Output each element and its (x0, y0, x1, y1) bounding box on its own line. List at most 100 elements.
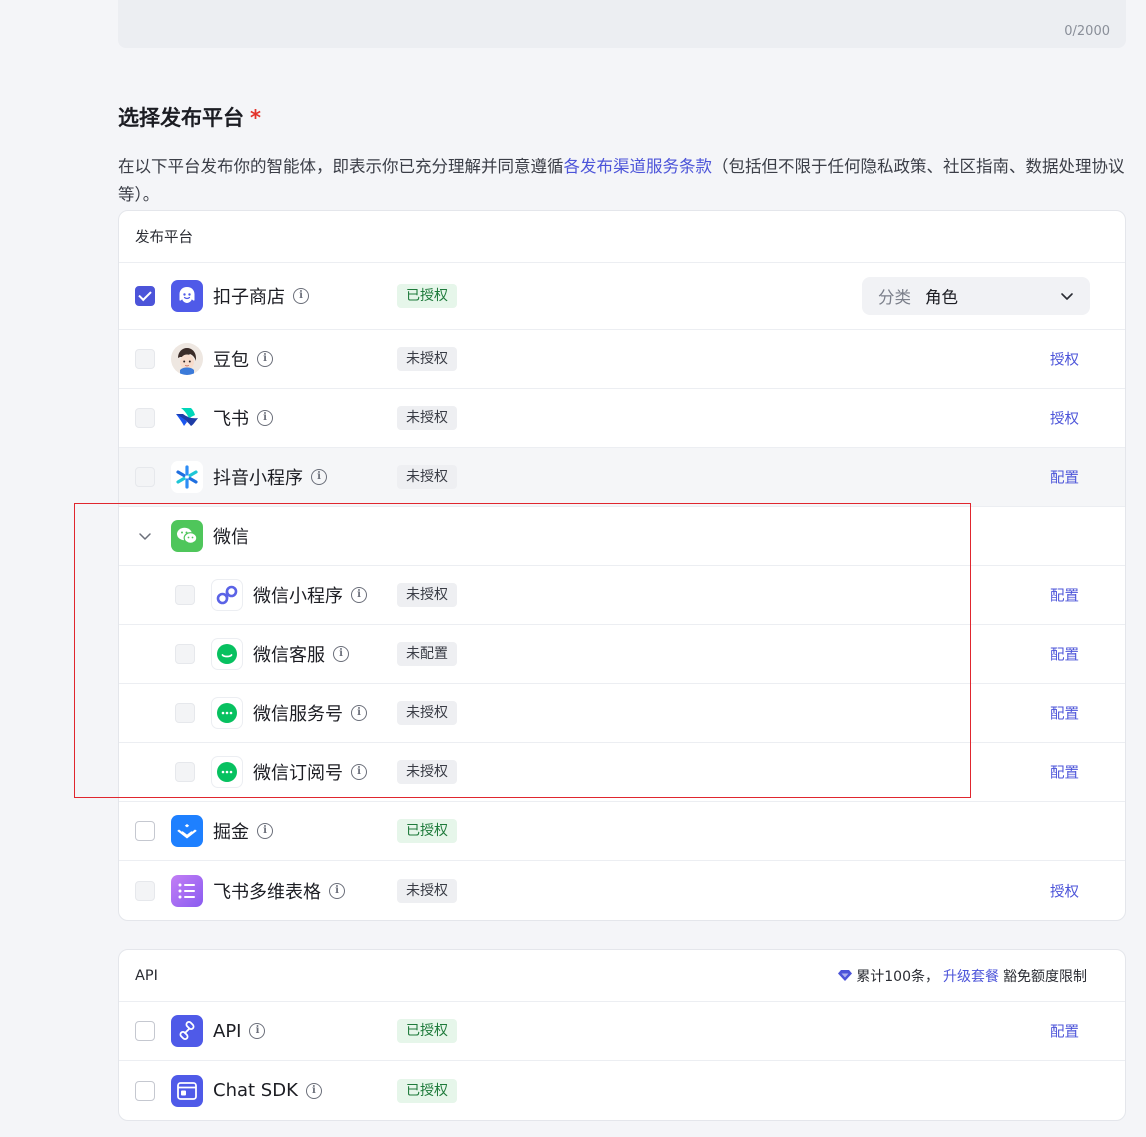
info-icon[interactable]: i (351, 587, 367, 603)
platform-row-wechat-service: 微信服务号 i 未授权 配置 (119, 684, 1125, 743)
info-icon[interactable]: i (305, 1082, 322, 1099)
feishu-base-authorize-link[interactable]: 授权 (1050, 880, 1079, 901)
platform-row-coze-store: 扣子商店 i 已授权 分类 角色 (119, 263, 1125, 330)
wechat-icon (171, 520, 203, 552)
wechat-sub-name: 微信订阅号 (253, 763, 343, 784)
doubao-status-badge: 未授权 (397, 347, 457, 371)
quota-text-tail: 豁免额度限制 (1003, 968, 1087, 985)
feishu-status-badge: 未授权 (397, 406, 457, 430)
feishu-base-status-badge: 未授权 (397, 878, 457, 903)
api-card-header: API 累计100条， 升级套餐 豁免额度限制 (119, 950, 1125, 1002)
section-title: 选择发布平台 * (118, 102, 261, 132)
doubao-icon (171, 343, 203, 375)
api-card: API 累计100条， 升级套餐 豁免额度限制 API i 已授权 配置 Chat … (118, 949, 1126, 1121)
coze-store-name: 扣子商店 (213, 287, 285, 308)
wechat-sub-status-badge: 未授权 (397, 760, 457, 784)
douyin-checkbox[interactable] (135, 467, 155, 487)
wechat-service-icon (211, 697, 243, 729)
feishu-icon (171, 402, 203, 434)
wechat-kf-icon (211, 638, 243, 670)
section-title-text: 选择发布平台 (118, 106, 244, 130)
info-icon[interactable]: i (311, 469, 327, 485)
douyin-status-badge: 未授权 (397, 465, 457, 489)
api-configure-link[interactable]: 配置 (1050, 1021, 1079, 1042)
wechat-service-checkbox[interactable] (175, 703, 195, 723)
quota-text: 累计100条， (856, 968, 939, 985)
description-text: 在以下平台发布你的智能体，即表示你已充分理解并同意遵循 (118, 157, 564, 176)
platform-row-wechat-kf: 微信客服 i 未配置 配置 (119, 625, 1125, 684)
api-quota-notice: 累计100条， 升级套餐 豁免额度限制 (838, 966, 1087, 986)
info-icon[interactable]: i (329, 882, 345, 899)
platform-row-juejin: 掘金 i 已授权 (119, 802, 1125, 861)
category-select[interactable]: 分类 角色 (862, 277, 1090, 315)
platform-row-wechat-group[interactable]: 微信 (119, 507, 1125, 566)
info-icon[interactable]: i (293, 288, 309, 304)
wechat-service-name: 微信服务号 (253, 704, 343, 725)
info-icon[interactable]: i (257, 823, 273, 839)
chat-sdk-status-badge: 已授权 (397, 1078, 457, 1103)
wechat-service-configure-link[interactable]: 配置 (1050, 703, 1079, 724)
terms-link[interactable]: 各发布渠道服务条款 (564, 157, 713, 176)
platform-row-feishu-base: 飞书多维表格 i 未授权 授权 (119, 861, 1125, 920)
wechat-sub-checkbox[interactable] (175, 762, 195, 782)
info-icon[interactable]: i (351, 764, 367, 780)
diamond-icon (838, 970, 853, 981)
coze-store-status-badge: 已授权 (397, 284, 457, 308)
info-icon[interactable]: i (249, 1023, 266, 1039)
platform-row-chat-sdk: Chat SDK i 已授权 (119, 1061, 1125, 1120)
platform-row-api: API i 已授权 配置 (119, 1002, 1125, 1061)
chevron-down-icon[interactable] (135, 526, 155, 546)
juejin-checkbox[interactable] (135, 821, 155, 841)
api-checkbox[interactable] (135, 1021, 155, 1041)
doubao-name: 豆包 (213, 350, 249, 371)
wechat-mini-name: 微信小程序 (253, 586, 343, 607)
juejin-icon (171, 815, 203, 847)
wechat-sub-icon (211, 756, 243, 788)
category-label: 分类 (878, 288, 911, 307)
platform-row-wechat-mini: 微信小程序 i 未授权 配置 (119, 566, 1125, 625)
chat-sdk-checkbox[interactable] (135, 1080, 155, 1101)
chat-sdk-name: Chat SDK (213, 1080, 298, 1101)
doubao-authorize-link[interactable]: 授权 (1050, 349, 1079, 370)
chevron-down-icon (1061, 293, 1073, 300)
upgrade-plan-link[interactable]: 升级套餐 (943, 966, 999, 986)
platform-row-wechat-sub: 微信订阅号 i 未授权 配置 (119, 743, 1125, 802)
info-icon[interactable]: i (333, 646, 349, 662)
platform-row-douyin: 抖音小程序 i 未授权 配置 (119, 448, 1125, 507)
feishu-checkbox[interactable] (135, 408, 155, 428)
wechat-mini-status-badge: 未授权 (397, 583, 457, 607)
coze-store-checkbox[interactable] (135, 286, 155, 306)
info-icon[interactable]: i (257, 351, 273, 367)
coze-store-icon (171, 280, 203, 312)
wechat-kf-configure-link[interactable]: 配置 (1050, 644, 1079, 665)
wechat-kf-checkbox[interactable] (175, 644, 195, 664)
wechat-mini-checkbox[interactable] (175, 585, 195, 605)
wechat-sub-configure-link[interactable]: 配置 (1050, 762, 1079, 783)
api-status-badge: 已授权 (397, 1019, 457, 1043)
platform-card-title: 发布平台 (135, 230, 193, 246)
feishu-authorize-link[interactable]: 授权 (1050, 408, 1079, 429)
doubao-checkbox[interactable] (135, 349, 155, 369)
juejin-status-badge: 已授权 (397, 819, 457, 843)
platform-row-feishu: 飞书 i 未授权 授权 (119, 389, 1125, 448)
feishu-base-name: 飞书多维表格 (213, 881, 321, 903)
info-icon[interactable]: i (257, 410, 273, 426)
section-description: 在以下平台发布你的智能体，即表示你已充分理解并同意遵循各发布渠道服务条款（包括但… (118, 153, 1130, 209)
description-textarea[interactable]: 0/2000 (118, 0, 1126, 48)
info-icon[interactable]: i (351, 705, 367, 721)
platform-card-header: 发布平台 (119, 211, 1125, 263)
api-icon (171, 1015, 203, 1047)
wechat-mini-icon (211, 579, 243, 611)
platform-card: 发布平台 扣子商店 i 已授权 分类 角色 豆包 i 未授权 授权 飞书 i 未… (118, 210, 1126, 921)
api-card-title: API (135, 967, 158, 984)
wechat-mini-configure-link[interactable]: 配置 (1050, 585, 1079, 606)
required-mark: * (250, 106, 261, 130)
feishu-base-checkbox[interactable] (135, 880, 155, 901)
douyin-configure-link[interactable]: 配置 (1050, 467, 1079, 488)
category-value: 角色 (925, 288, 958, 307)
api-name: API (213, 1020, 242, 1042)
wechat-service-status-badge: 未授权 (397, 701, 457, 725)
wechat-kf-status-badge: 未配置 (397, 642, 457, 666)
wechat-group-name: 微信 (213, 527, 249, 548)
wechat-kf-name: 微信客服 (253, 645, 325, 666)
